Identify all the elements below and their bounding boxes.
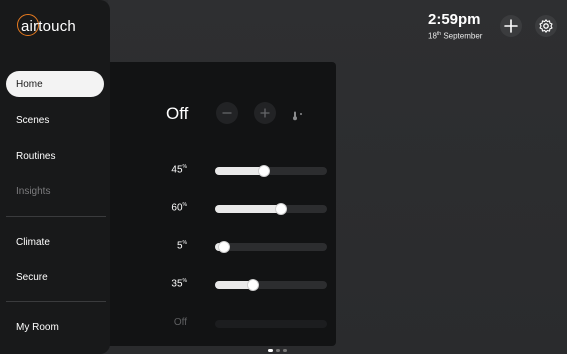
increase-button[interactable] bbox=[254, 102, 276, 124]
page-dot[interactable] bbox=[283, 349, 287, 352]
sidebar-item-routines[interactable]: Routines bbox=[6, 143, 104, 169]
slider-thumb[interactable] bbox=[248, 280, 258, 290]
slider-thumb[interactable] bbox=[276, 204, 286, 214]
zone-4-slider[interactable] bbox=[215, 280, 327, 290]
sidebar-item-label: Secure bbox=[16, 271, 48, 283]
sidebar-item-label: Scenes bbox=[16, 114, 50, 126]
slider-thumb[interactable] bbox=[219, 242, 229, 252]
date-suffix: th bbox=[436, 31, 442, 37]
page-dot[interactable] bbox=[268, 349, 273, 352]
zone-1-slider[interactable] bbox=[215, 166, 327, 176]
zone-1-value: 45% bbox=[171, 164, 187, 176]
zone-3-slider[interactable] bbox=[215, 242, 327, 252]
sidebar-item-my-room[interactable]: My Room bbox=[6, 314, 104, 340]
thermometer-icon[interactable] bbox=[292, 108, 304, 126]
slider-thumb[interactable] bbox=[259, 166, 269, 176]
sidebar-item-label: Climate bbox=[16, 236, 50, 248]
zone-3-value: 5% bbox=[176, 240, 187, 252]
zone-2-slider[interactable] bbox=[215, 204, 327, 214]
page-dot[interactable] bbox=[276, 349, 280, 352]
plus-icon bbox=[260, 108, 270, 118]
airtouch-logo: airtouch bbox=[17, 14, 76, 38]
sidebar-item-label: Insights bbox=[16, 185, 51, 197]
decrease-button[interactable] bbox=[216, 102, 238, 124]
sidebar-divider bbox=[6, 301, 106, 302]
sidebar-item-secure[interactable]: Secure bbox=[6, 264, 104, 290]
sidebar-item-label: Routines bbox=[16, 150, 56, 162]
sidebar-item-insights[interactable]: Insights bbox=[6, 178, 104, 204]
zone-2-value: 60% bbox=[171, 202, 187, 214]
sidebar: airtouch Home Scenes Routines Insights C… bbox=[0, 0, 110, 354]
clock-date: 18th September bbox=[428, 31, 482, 41]
settings-button[interactable] bbox=[535, 15, 557, 37]
page-indicator bbox=[268, 349, 287, 352]
sidebar-item-label: My Room bbox=[16, 321, 59, 333]
sidebar-divider bbox=[6, 216, 106, 217]
add-button[interactable] bbox=[500, 15, 522, 37]
sidebar-item-climate[interactable]: Climate bbox=[6, 229, 104, 255]
minus-icon bbox=[222, 112, 232, 114]
zone-5-slider[interactable] bbox=[215, 320, 327, 328]
sidebar-item-scenes[interactable]: Scenes bbox=[6, 107, 104, 133]
plus-icon bbox=[504, 19, 518, 33]
logo-text: airtouch bbox=[21, 17, 76, 35]
zone-4-value: 35% bbox=[171, 278, 187, 290]
date-day: 18 bbox=[428, 31, 437, 41]
system-status: Off bbox=[166, 104, 189, 123]
clock-time: 2:59pm bbox=[428, 11, 481, 28]
zone-5-value: Off bbox=[173, 317, 187, 328]
date-month: September bbox=[443, 31, 483, 41]
sidebar-item-home[interactable]: Home bbox=[6, 71, 104, 97]
gear-icon bbox=[539, 19, 553, 33]
sidebar-item-label: Home bbox=[16, 78, 43, 90]
